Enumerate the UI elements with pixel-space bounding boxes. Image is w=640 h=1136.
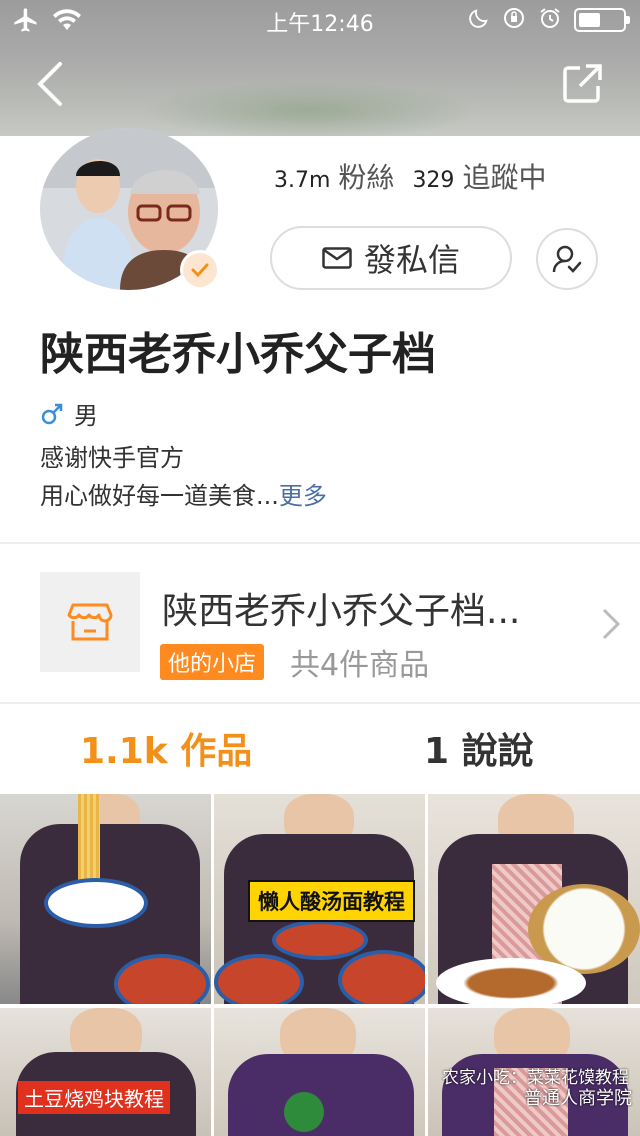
store-icon — [67, 603, 113, 641]
followers-count[interactable]: 3.7m — [274, 168, 330, 193]
battery-fill — [579, 13, 600, 27]
send-message-label: 發私信 — [363, 241, 460, 279]
tab-works[interactable]: 1.1k 作品 — [80, 722, 252, 774]
shop-thumbnail[interactable] — [40, 572, 140, 672]
verified-badge — [180, 250, 220, 290]
thumbnail-shirt — [228, 1054, 414, 1136]
video-thumbnail[interactable] — [428, 794, 640, 1004]
bowl — [338, 950, 425, 1004]
divider — [0, 702, 640, 704]
chevron-right-icon[interactable] — [598, 606, 622, 642]
watermark-text: 普通人商学院 — [524, 1088, 632, 1109]
video-title-label: 懒人酸汤面教程 — [248, 880, 415, 922]
envelope-icon — [322, 247, 352, 269]
video-thumbnail[interactable]: 土豆烧鸡块教程 — [0, 1008, 211, 1136]
video-thumbnail[interactable] — [0, 794, 211, 1004]
bio-line-2-text: 用心做好每一道美食... — [40, 482, 279, 510]
video-caption: 土豆烧鸡块教程 — [18, 1081, 170, 1114]
shop-title[interactable]: 陕西老乔小乔父子档... — [162, 582, 592, 634]
divider — [0, 542, 640, 544]
user-follow-icon — [552, 245, 582, 273]
check-icon — [183, 253, 217, 287]
gender-label: 男 — [74, 402, 98, 430]
bio-line-2: 用心做好每一道美食...更多 — [40, 476, 327, 511]
rotation-lock-icon — [502, 6, 526, 34]
moon-icon — [468, 7, 490, 33]
bowl — [214, 954, 304, 1004]
video-thumbnail[interactable] — [214, 1008, 425, 1136]
battery-icon — [574, 8, 630, 32]
video-grid: 懒人酸汤面教程 土豆烧鸡块教程 农家小吃：菜菜花馍教程 普通人商学院 — [0, 794, 640, 1136]
bio-line-1: 感谢快手官方 — [40, 444, 184, 472]
dish-plate — [436, 958, 586, 1004]
video-thumbnail[interactable]: 懒人酸汤面教程 — [214, 794, 425, 1004]
followers-label[interactable]: 粉絲 — [338, 156, 394, 196]
status-bar: 上午12:46 — [0, 0, 640, 40]
back-button[interactable] — [28, 58, 72, 110]
profile-stats: 3.7m 粉絲 329 追蹤中 — [274, 156, 556, 196]
shop-tag: 他的小店 — [160, 644, 265, 680]
following-count[interactable]: 329 — [412, 168, 454, 193]
cover-blur — [140, 80, 480, 136]
more-link[interactable]: 更多 — [279, 482, 327, 510]
chevron-left-icon — [37, 62, 62, 106]
green-leaf — [284, 1092, 324, 1132]
send-message-button[interactable]: 發私信 — [270, 226, 512, 290]
profile-name: 陕西老乔小乔父子档 — [40, 329, 436, 380]
alarm-icon — [538, 6, 562, 34]
status-right — [468, 6, 630, 34]
share-icon — [563, 64, 602, 103]
tab-posts[interactable]: 1 說說 — [424, 722, 534, 774]
follow-button[interactable] — [536, 228, 598, 290]
shop-item-count: 共4件商品 — [290, 648, 430, 683]
share-button[interactable] — [560, 62, 604, 106]
bowl — [272, 920, 368, 960]
gender-row: 男 — [40, 396, 98, 431]
male-icon — [41, 403, 63, 424]
bowl — [44, 878, 148, 928]
following-label[interactable]: 追蹤中 — [462, 156, 546, 196]
